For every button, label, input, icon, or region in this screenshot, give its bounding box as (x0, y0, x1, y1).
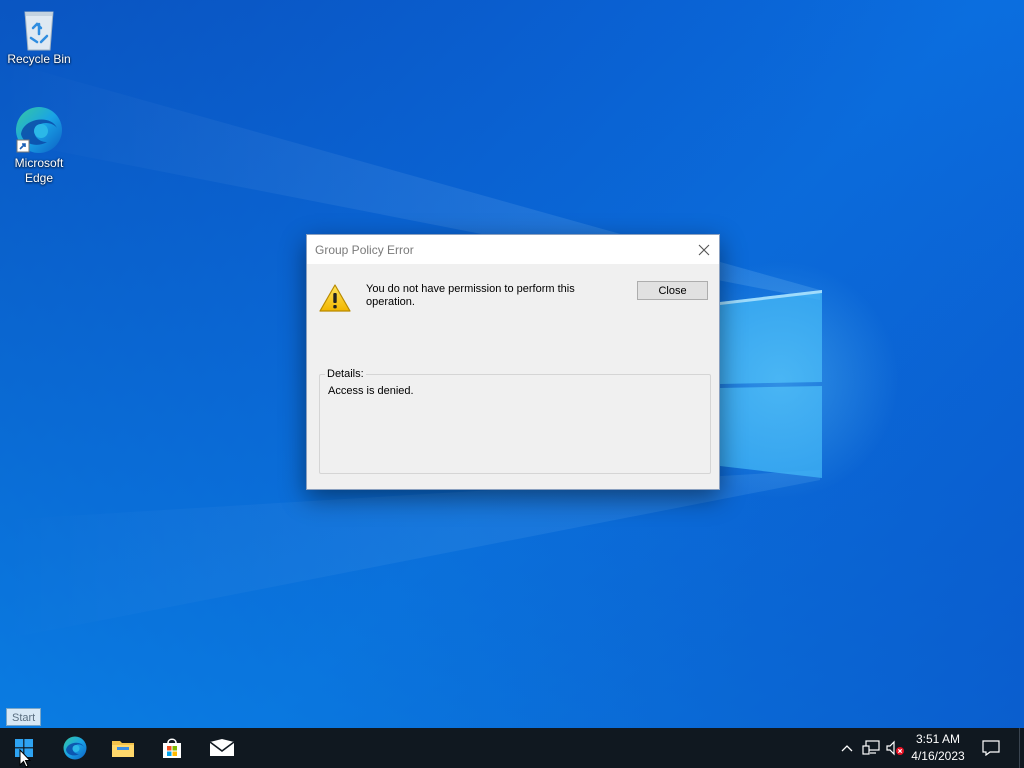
notification-icon (982, 740, 1000, 756)
dialog-titlebar[interactable]: Group Policy Error (307, 235, 719, 264)
show-hidden-icons-button[interactable] (838, 728, 856, 768)
taskbar-file-explorer-button[interactable] (99, 728, 147, 768)
volume-button[interactable] (884, 728, 906, 768)
taskbar-store-button[interactable] (148, 728, 196, 768)
desktop-icon-label: Microsoft Edge (14, 156, 64, 185)
desktop-icon-edge[interactable]: Microsoft Edge (1, 104, 77, 186)
close-button[interactable]: Close (637, 281, 708, 300)
folder-icon (112, 741, 134, 757)
network-icon (862, 740, 880, 755)
show-desktop-button[interactable] (1019, 728, 1024, 768)
dialog-message: You do not have permission to perform th… (366, 283, 575, 308)
dialog-title: Group Policy Error (315, 243, 414, 257)
taskbar-edge-button[interactable] (51, 728, 99, 768)
logo-glow (700, 260, 900, 500)
volume-muted-icon (886, 740, 904, 756)
desktop-icon-recycle-bin[interactable]: Recycle Bin (1, 6, 77, 67)
start-tooltip: Start (6, 708, 42, 726)
taskbar-mail-button[interactable] (198, 728, 246, 768)
desktop-icon-label: Recycle Bin (7, 52, 71, 66)
chevron-up-icon (841, 745, 853, 752)
recycle-bin-icon (24, 11, 54, 51)
clock[interactable]: 3:51 AM 4/16/2023 (906, 731, 970, 765)
warning-icon (319, 284, 351, 312)
network-button[interactable] (860, 728, 882, 768)
details-text: Access is denied. (328, 385, 414, 397)
mail-icon (209, 739, 235, 756)
taskbar: 3:51 AM 4/16/2023 (0, 728, 1024, 768)
store-icon (163, 738, 181, 758)
clock-date: 4/16/2023 (911, 749, 965, 763)
mouse-cursor-icon (19, 749, 31, 768)
details-label: Details: (325, 368, 366, 380)
dialog-close-x-button[interactable] (689, 235, 719, 264)
edge-icon (16, 107, 62, 153)
clock-time: 3:51 AM (915, 732, 961, 746)
edge-icon (63, 736, 87, 760)
action-center-button[interactable] (978, 728, 1004, 768)
group-policy-error-dialog: Group Policy Error You do not have permi… (306, 234, 720, 490)
close-icon (698, 244, 710, 255)
